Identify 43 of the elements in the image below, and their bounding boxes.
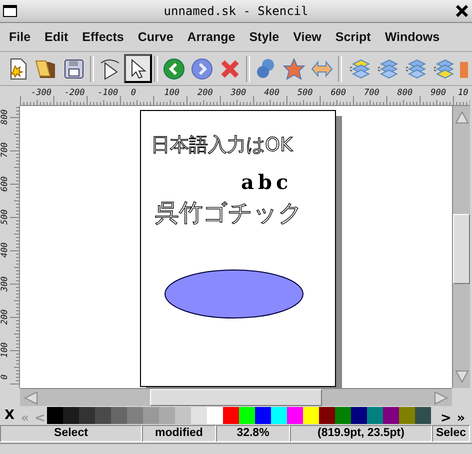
menu-item[interactable]: File bbox=[2, 30, 38, 44]
ruler-label: 200 bbox=[198, 88, 213, 98]
ruler-label: -300 bbox=[31, 88, 52, 98]
ruler-label: 0 bbox=[0, 374, 10, 380]
ruler-label: 200 bbox=[0, 309, 10, 324]
mode-status: Select bbox=[0, 425, 142, 442]
menu-item[interactable]: Effects bbox=[75, 30, 131, 44]
ruler-label: 900 bbox=[430, 88, 446, 98]
ruler-label: 500 bbox=[297, 88, 313, 98]
menu-item[interactable]: View bbox=[286, 30, 328, 44]
document-text: abc bbox=[241, 170, 292, 194]
ruler-label: 600 bbox=[330, 88, 346, 98]
menu-item[interactable]: Arrange bbox=[180, 30, 242, 44]
chevron-button[interactable]: > bbox=[439, 412, 453, 425]
document-text: 呉竹ゴチック bbox=[155, 198, 303, 229]
position-status: (819.9pt, 23.5pt) bbox=[290, 425, 432, 442]
ruler-label: 400 bbox=[264, 88, 280, 98]
ruler-label: 800 bbox=[0, 109, 10, 125]
zoom-status: 32.8% bbox=[216, 425, 290, 442]
window-title: unnamed.sk - Skencil bbox=[162, 4, 310, 18]
ruler-label: -200 bbox=[64, 88, 85, 98]
ruler-label: 500 bbox=[0, 209, 10, 225]
ruler-label: 300 bbox=[230, 88, 246, 98]
menu-item[interactable]: Curve bbox=[130, 30, 180, 44]
ruler-label: 800 bbox=[397, 88, 413, 98]
ruler-label: 600 bbox=[0, 176, 10, 192]
ruler-label: 100 bbox=[0, 342, 10, 358]
menu-item[interactable]: Windows bbox=[378, 30, 447, 44]
ruler-label: 300 bbox=[0, 276, 10, 292]
ruler-label: 100 bbox=[164, 88, 180, 98]
ruler-label: 10 bbox=[458, 88, 468, 98]
drawing-canvas[interactable]: 日本語入力はOK abc 呉竹ゴチック bbox=[20, 106, 452, 388]
ruler-label: 0 bbox=[130, 88, 136, 98]
ruler-label: 700 bbox=[0, 142, 10, 158]
menu-item[interactable]: Edit bbox=[38, 30, 76, 44]
ruler-label: -100 bbox=[98, 88, 118, 98]
menu-item[interactable]: Style bbox=[242, 30, 286, 44]
ruler-label: 400 bbox=[0, 242, 10, 258]
menu-item[interactable]: Script bbox=[328, 30, 378, 44]
document-text: 日本語入力はOK bbox=[151, 133, 292, 158]
mode-status: Selec bbox=[432, 425, 470, 442]
modified-status: modified bbox=[142, 425, 216, 442]
ruler-label: 700 bbox=[364, 88, 380, 98]
